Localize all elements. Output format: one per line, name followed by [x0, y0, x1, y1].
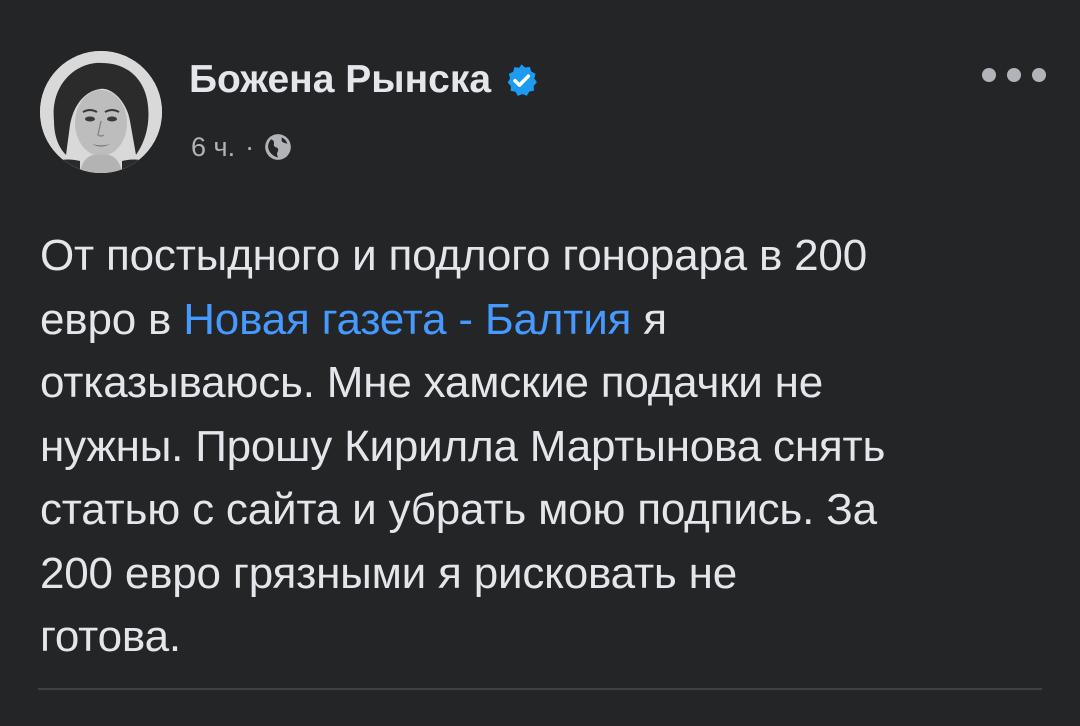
avatar[interactable]	[40, 51, 162, 173]
post-text-fragment: я	[631, 294, 667, 344]
post-meta: 6 ч. ·	[191, 128, 292, 166]
post-text-line: отказываюсь. Мне хамские подачки не	[40, 358, 824, 407]
facebook-post: Божена Рынска 6 ч. · От постыдного и под…	[0, 0, 1080, 726]
more-dot	[1032, 68, 1046, 82]
post-text-fragment: евро в	[40, 294, 184, 344]
post-text-line: готова.	[40, 612, 181, 661]
post-text-line: От постыдного и подлого гонорара в 200	[40, 231, 867, 280]
divider	[38, 688, 1042, 690]
page-mention-link[interactable]: Новая газета - Балтия	[183, 295, 631, 344]
meta-separator: ·	[245, 132, 255, 162]
post-text-line: 200 евро грязными я рисковать не	[40, 548, 738, 598]
author-header: Божена Рынска	[189, 55, 540, 105]
more-options-icon[interactable]	[982, 64, 1046, 86]
post-text-line: нужны. Прошу Кирилла Мартынова снять	[40, 421, 886, 471]
more-dot	[1007, 68, 1021, 82]
post-text: От постыдного и подлого гонорара в 200 е…	[40, 224, 1050, 669]
avatar-photo	[40, 51, 162, 173]
post-text-line: евро в Новая газета - Балтия я	[40, 288, 1050, 352]
globe-icon[interactable]	[264, 133, 292, 161]
verified-badge-icon	[503, 62, 540, 99]
post-text-line: статью с сайта и убрать мою подпись. За	[40, 485, 877, 534]
more-dot	[982, 68, 996, 82]
author-name[interactable]: Божена Рынска	[189, 55, 491, 105]
post-timestamp[interactable]: 6 ч.	[191, 128, 235, 166]
